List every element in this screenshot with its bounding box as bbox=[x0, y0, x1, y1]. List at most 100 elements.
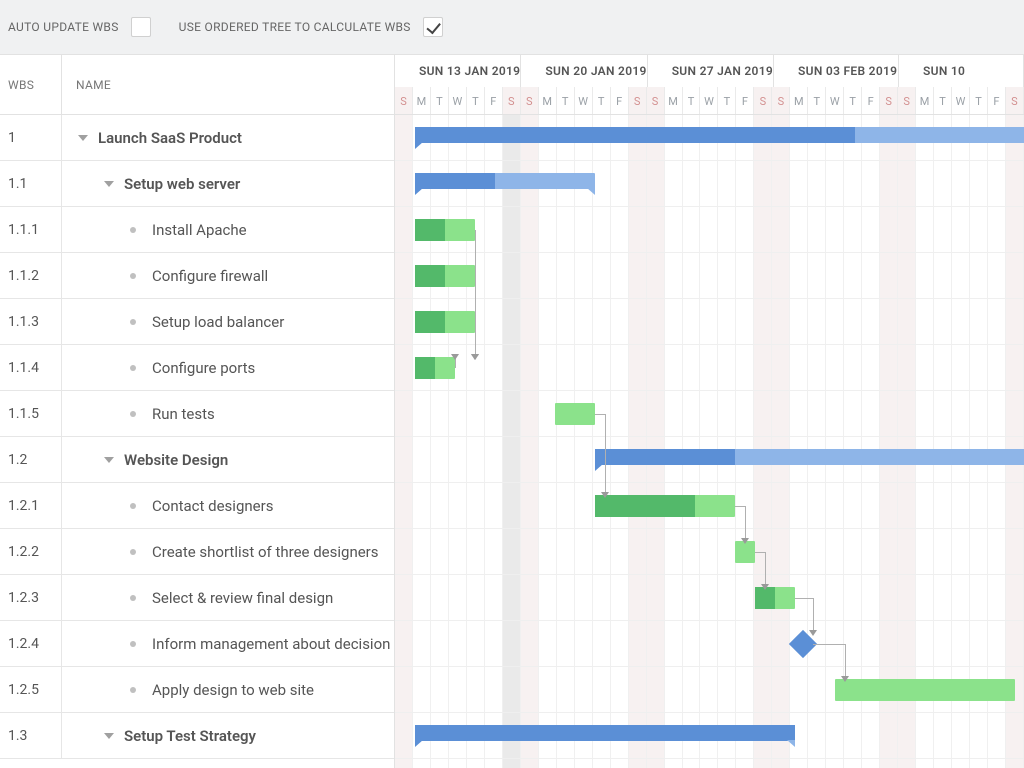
wbs-cell: 1.3 bbox=[0, 713, 62, 758]
wbs-cell: 1.1.2 bbox=[0, 253, 62, 298]
parent-bar[interactable] bbox=[415, 725, 795, 741]
timeline-row bbox=[395, 713, 1024, 759]
task-name: Website Design bbox=[124, 451, 228, 469]
timeline-row bbox=[395, 345, 1024, 391]
task-bar[interactable] bbox=[755, 587, 795, 609]
wbs-cell: 1.2.2 bbox=[0, 529, 62, 574]
task-name: Inform management about decision bbox=[152, 635, 390, 653]
task-name: Configure firewall bbox=[152, 267, 268, 285]
timeline-area[interactable] bbox=[395, 115, 1024, 768]
task-bar[interactable] bbox=[415, 265, 475, 287]
timeline-row bbox=[395, 575, 1024, 621]
column-header-wbs[interactable]: WBS bbox=[0, 55, 62, 114]
day-header: W bbox=[700, 87, 718, 114]
name-cell: Create shortlist of three designers bbox=[62, 529, 394, 574]
day-header: F bbox=[736, 87, 754, 114]
table-row[interactable]: 1.1.1Install Apache bbox=[0, 207, 394, 253]
table-row[interactable]: 1.2.3 Select & review final design bbox=[0, 575, 394, 621]
gantt-grid: WBS NAME SUN 13 JAN 2019SUN 20 JAN 2019S… bbox=[0, 54, 1024, 768]
name-cell: Setup Test Strategy bbox=[62, 713, 394, 758]
bullet-icon bbox=[130, 549, 136, 555]
task-bar[interactable] bbox=[415, 311, 475, 333]
name-cell: Configure ports bbox=[62, 345, 394, 390]
wbs-cell: 1 bbox=[0, 115, 62, 160]
week-header: SUN 20 JAN 2019 bbox=[521, 55, 647, 87]
chevron-down-icon[interactable] bbox=[102, 453, 116, 467]
day-header: S bbox=[521, 87, 539, 114]
day-header: W bbox=[449, 87, 467, 114]
table-row[interactable]: 1.1.4Configure ports bbox=[0, 345, 394, 391]
timeline-row bbox=[395, 529, 1024, 575]
table-row[interactable]: 1.2.4 Inform management about decision bbox=[0, 621, 394, 667]
bullet-icon bbox=[130, 411, 136, 417]
day-header: T bbox=[467, 87, 485, 114]
week-header: SUN 13 JAN 2019 bbox=[395, 55, 521, 87]
task-bar[interactable] bbox=[835, 679, 1015, 701]
timeline-row bbox=[395, 161, 1024, 207]
task-bar[interactable] bbox=[415, 219, 475, 241]
table-row[interactable]: 1.2Website Design bbox=[0, 437, 394, 483]
day-header: S bbox=[880, 87, 898, 114]
table-row[interactable]: 1.2.2Create shortlist of three designers bbox=[0, 529, 394, 575]
name-cell: Configure firewall bbox=[62, 253, 394, 298]
day-header: M bbox=[665, 87, 683, 114]
task-tree[interactable]: 1Launch SaaS Product1.1Setup web server1… bbox=[0, 115, 395, 768]
table-row[interactable]: 1.2.5Apply design to web site bbox=[0, 667, 394, 713]
task-bar[interactable] bbox=[415, 357, 455, 379]
bullet-icon bbox=[130, 227, 136, 233]
task-bar[interactable] bbox=[735, 541, 755, 563]
day-header: T bbox=[808, 87, 826, 114]
wbs-cell: 1.1.5 bbox=[0, 391, 62, 436]
task-name: Apply design to web site bbox=[152, 681, 314, 699]
parent-bar[interactable] bbox=[415, 173, 595, 189]
day-header: T bbox=[844, 87, 862, 114]
table-row[interactable]: 1.3Setup Test Strategy bbox=[0, 713, 394, 759]
table-row[interactable]: 1.1Setup web server bbox=[0, 161, 394, 207]
table-row[interactable]: 1Launch SaaS Product bbox=[0, 115, 394, 161]
table-row[interactable]: 1.2.1Contact designers bbox=[0, 483, 394, 529]
timeline-row bbox=[395, 667, 1024, 713]
name-cell: Select & review final design bbox=[62, 575, 394, 620]
auto-update-checkbox[interactable] bbox=[131, 17, 151, 37]
bullet-icon bbox=[130, 319, 136, 325]
task-name: Select & review final design bbox=[152, 589, 333, 607]
day-header: T bbox=[431, 87, 449, 114]
chevron-down-icon[interactable] bbox=[76, 131, 90, 145]
day-header: T bbox=[970, 87, 988, 114]
name-cell: Run tests bbox=[62, 391, 394, 436]
table-row[interactable]: 1.1.5Run tests bbox=[0, 391, 394, 437]
ordered-tree-checkbox[interactable] bbox=[423, 17, 443, 37]
timeline-row bbox=[395, 483, 1024, 529]
parent-bar[interactable] bbox=[415, 127, 1024, 143]
task-bar[interactable] bbox=[555, 403, 595, 425]
column-header-name[interactable]: NAME bbox=[62, 55, 394, 114]
timeline-row bbox=[395, 391, 1024, 437]
name-cell: Launch SaaS Product bbox=[62, 115, 394, 160]
task-name: Setup load balancer bbox=[152, 313, 284, 331]
day-header: F bbox=[862, 87, 880, 114]
wbs-cell: 1.2.4 bbox=[0, 621, 62, 666]
parent-bar[interactable] bbox=[595, 449, 1024, 465]
bullet-icon bbox=[130, 595, 136, 601]
day-header: S bbox=[647, 87, 665, 114]
day-header: S bbox=[395, 87, 413, 114]
table-row[interactable]: 1.1.2 Configure firewall bbox=[0, 253, 394, 299]
timeline-row bbox=[395, 437, 1024, 483]
week-header: SUN 10 bbox=[899, 55, 1024, 87]
task-bar[interactable] bbox=[595, 495, 735, 517]
task-name: Configure ports bbox=[152, 359, 255, 377]
timeline-header[interactable]: SUN 13 JAN 2019SUN 20 JAN 2019SUN 27 JAN… bbox=[395, 55, 1024, 114]
wbs-cell: 1.2.3 bbox=[0, 575, 62, 620]
bullet-icon bbox=[130, 365, 136, 371]
wbs-cell: 1.1.3 bbox=[0, 299, 62, 344]
timeline-row bbox=[395, 253, 1024, 299]
day-header: M bbox=[539, 87, 557, 114]
week-header: SUN 27 JAN 2019 bbox=[648, 55, 774, 87]
day-header: F bbox=[485, 87, 503, 114]
day-header: S bbox=[629, 87, 647, 114]
table-row[interactable]: 1.1.3 Setup load balancer bbox=[0, 299, 394, 345]
chevron-down-icon[interactable] bbox=[102, 729, 116, 743]
chevron-down-icon[interactable] bbox=[102, 177, 116, 191]
timeline-row bbox=[395, 115, 1024, 161]
task-name: Contact designers bbox=[152, 497, 273, 515]
